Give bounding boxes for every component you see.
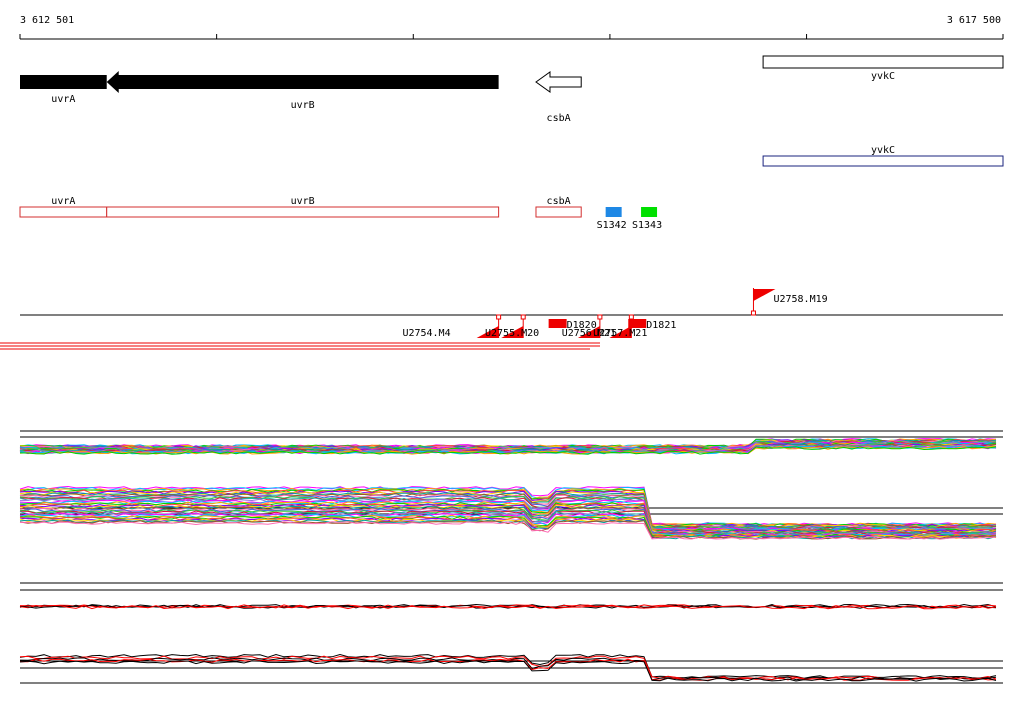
feature-label-uvrA: uvrA [51, 196, 75, 207]
coordinate-ruler: 3 612 501 3 617 500 [19, 15, 1004, 40]
feature-uvrB[interactable] [106, 206, 500, 218]
marker-anchor [597, 314, 603, 320]
transcript-label-yvkC: yvkC [871, 145, 895, 156]
binding-site-S1342[interactable] [605, 207, 622, 217]
ruler-start-label: 3 612 501 [20, 15, 74, 26]
feature-track: uvrA uvrB csbA [19, 196, 582, 218]
gene-uvrB[interactable] [106, 71, 499, 93]
terminator-label: D1820 [567, 320, 597, 331]
feature-label-uvrB: uvrB [291, 196, 315, 207]
ruler-ticks [19, 34, 1004, 39]
expression-profiles [19, 430, 1003, 684]
marker-anchor [750, 310, 756, 316]
marker-label: U2758.M19 [773, 294, 827, 305]
marker-anchor [628, 314, 634, 320]
gene-label-uvrA: uvrA [51, 94, 75, 105]
gene-label-yvkC: yvkC [871, 71, 895, 82]
transcript-track: yvkC [762, 145, 1004, 167]
feature-csbA[interactable] [535, 206, 582, 218]
marker-anchor [520, 314, 526, 320]
terminator-D1821[interactable] [628, 319, 647, 328]
marker-track: U2758.M19U2754.M4 U2755.M20 U2756.M21U2757… [0, 288, 1003, 350]
feature-label-csbA: csbA [547, 196, 571, 207]
gene-track: uvrA uvrB csbA yvkC [20, 55, 1004, 124]
gene-csbA[interactable] [535, 71, 582, 93]
binding-site-S1343[interactable] [641, 207, 658, 217]
terminator-label: D1821 [646, 320, 676, 331]
gene-yvkC[interactable] [762, 55, 1004, 69]
marker-label: U2754.M4 [402, 328, 450, 339]
ruler-end-label: 3 617 500 [947, 15, 1001, 26]
marker-anchor [496, 314, 502, 320]
binding-site-label-S1342: S1342 [597, 220, 627, 231]
binding-site-label-S1343: S1343 [632, 220, 662, 231]
marker-flag-U2758.M19[interactable] [753, 289, 776, 301]
feature-uvrA[interactable] [19, 206, 108, 218]
marker-label: U2755.M20 [485, 328, 539, 339]
marker-label: U2757.M21 [593, 328, 647, 339]
genome-browser-canvas: 3 612 501 3 617 500 uvrA uvrB csbA yvkC yvk… [0, 15, 1004, 684]
gene-uvrA[interactable] [20, 75, 107, 89]
terminator-D1820[interactable] [548, 319, 567, 328]
gene-label-uvrB: uvrB [291, 100, 315, 111]
binding-site-track: S1342 S1343 [597, 207, 662, 231]
transcript-yvkC[interactable] [762, 155, 1004, 167]
gene-label-csbA: csbA [547, 113, 571, 124]
profile-line [19, 653, 997, 679]
